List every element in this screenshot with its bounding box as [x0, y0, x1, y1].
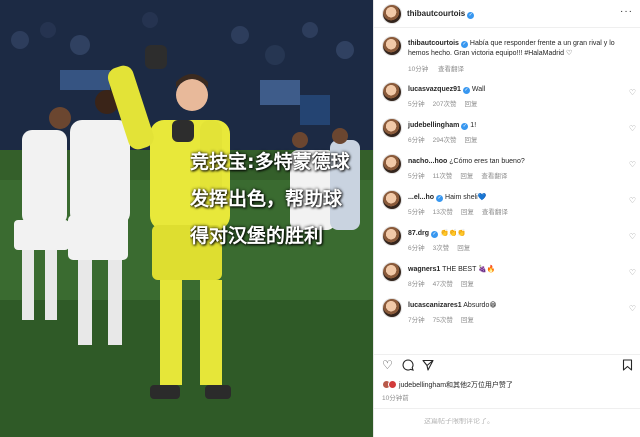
commenter-avatar[interactable]	[382, 118, 402, 138]
comment-username[interactable]: nacho...hoo	[408, 158, 447, 165]
caption-time: 10分钟	[408, 66, 429, 73]
commenter-avatar[interactable]	[382, 262, 402, 282]
comment-body: judebellingham ✓ 1!	[408, 121, 618, 131]
heart-icon[interactable]: ♡	[629, 232, 636, 241]
comment-text: Absurdo😁	[463, 302, 497, 309]
caption-username[interactable]: thibautcourtois	[408, 40, 459, 47]
overlay-headline: 竞技宝:多特蒙德球 发挥出色，帮助球 得对汉堡的胜利	[190, 144, 373, 255]
more-horizontal-icon[interactable]: ···	[620, 6, 633, 17]
heart-icon[interactable]: ♡	[629, 196, 636, 205]
comment-input[interactable]	[424, 418, 624, 425]
comment-time: 6分钟	[408, 245, 425, 252]
post-actions-bar: ♡	[374, 354, 640, 374]
comment-likes[interactable]: 294次赞	[433, 137, 457, 144]
comment-reply-link[interactable]: 回复	[464, 101, 477, 108]
verified-badge-icon: ✓	[436, 195, 444, 202]
comment-translate-link[interactable]: 查看翻译	[481, 173, 507, 180]
comment-likes[interactable]: 75次赞	[433, 317, 453, 324]
heart-icon[interactable]: ♡	[629, 304, 636, 313]
comment-username[interactable]: ...el...ho	[408, 194, 434, 201]
caption-body: thibautcourtois ✓ Había que responder fre…	[408, 39, 618, 59]
comment-translate-link[interactable]: 查看翻译	[482, 209, 508, 216]
comment-username[interactable]: lucascanizares1	[408, 302, 462, 309]
comment-reply-link[interactable]: 回复	[461, 317, 474, 324]
post-header: thibautcourtois ✓ ···	[374, 0, 640, 28]
comment-meta: 5分钟 13次赞 回复 查看翻译	[408, 206, 516, 216]
commenter-avatar[interactable]	[382, 154, 402, 174]
verified-badge-icon: ✓	[461, 123, 469, 130]
comment-body: lucascanizares1 Absurdo😁	[408, 301, 618, 311]
comment-text: Haim sheli💙	[445, 194, 487, 201]
comment-icon[interactable]	[402, 359, 414, 373]
share-icon[interactable]	[422, 359, 434, 373]
comment-body: 87.drg ✓ 👏👏👏	[408, 229, 618, 239]
comment-time: 6分钟	[408, 137, 425, 144]
comment-likes[interactable]: 47次赞	[433, 281, 453, 288]
author-avatar[interactable]	[382, 4, 402, 24]
comment-username[interactable]: wagners1	[408, 266, 440, 273]
likes-text[interactable]: judebellingham和其他2万位用户赞了	[399, 382, 513, 389]
heart-icon[interactable]: ♡	[629, 124, 636, 133]
comment-meta: 6分钟 294次赞 回复	[408, 134, 485, 144]
comment-time: 8分钟	[408, 281, 425, 288]
comment-reply-link[interactable]: 回复	[461, 209, 474, 216]
comments-panel: thibautcourtois ✓ ··· thibautcourtois ✓ Ha…	[373, 0, 640, 437]
heart-icon[interactable]: ♡	[629, 268, 636, 277]
caption-meta: 10分钟 查看翻译	[408, 63, 472, 73]
comment-body: ...el...ho ✓ Haim sheli💙	[408, 193, 618, 203]
comment-time: 5分钟	[408, 209, 425, 216]
comment-likes[interactable]: 207次赞	[433, 101, 457, 108]
comment-text: 1!	[470, 122, 477, 129]
comment-reply-link[interactable]: 回复	[460, 173, 473, 180]
caption-translate-link[interactable]: 查看翻译	[438, 66, 464, 73]
author-username[interactable]: thibautcourtois	[407, 9, 465, 18]
comment-time: 5分钟	[408, 101, 425, 108]
author-username-row[interactable]: thibautcourtois ✓	[407, 9, 475, 19]
verified-badge-icon: ✓	[460, 41, 468, 48]
comment-meta: 7分钟 75次赞 回复	[408, 314, 482, 324]
comment-reply-link[interactable]: 回复	[464, 137, 477, 144]
commenter-avatar[interactable]	[382, 226, 402, 246]
comment-username[interactable]: 87.drg	[408, 230, 429, 237]
comment-username[interactable]: lucasvazquez91	[408, 86, 461, 93]
commenter-avatar[interactable]	[382, 298, 402, 318]
comment-body: nacho...hoo ¿Cómo eres tan bueno?	[408, 157, 618, 167]
heart-icon[interactable]: ♡	[629, 88, 636, 97]
comment-text: Wall	[471, 86, 486, 93]
verified-badge-icon: ✓	[431, 231, 439, 238]
overlay-line-3: 得对汉堡的胜利	[190, 225, 324, 247]
comment-reply-link[interactable]: 回复	[461, 281, 474, 288]
comment-meta: 6分钟 3次赞 回复	[408, 242, 478, 252]
overlay-line-2: 发挥出色，帮助球	[190, 188, 343, 210]
comment-likes[interactable]: 3次赞	[433, 245, 450, 252]
overlay-line-1: 竞技宝:多特蒙德球	[190, 151, 350, 173]
comment-text: ¿Cómo eres tan bueno?	[449, 158, 525, 165]
comment-text: 👏👏👏	[439, 230, 467, 237]
comment-likes[interactable]: 13次赞	[433, 209, 453, 216]
caption-avatar[interactable]	[382, 36, 402, 56]
verified-badge-icon: ✓	[462, 87, 470, 94]
liker-avatar	[388, 380, 397, 389]
likes-summary[interactable]: judebellingham和其他2万位用户赞了	[382, 380, 513, 390]
commenter-avatar[interactable]	[382, 190, 402, 210]
comment-reply-link[interactable]: 回复	[457, 245, 470, 252]
comment-body: lucasvazquez91 ✓ Wall	[408, 85, 618, 95]
comment-time: 7分钟	[408, 317, 425, 324]
verified-badge-icon: ✓	[467, 12, 475, 19]
comment-likes[interactable]: 11次赞	[433, 173, 453, 180]
comment-meta: 5分钟 11次赞 回复 查看翻译	[408, 170, 515, 180]
post-time: 10分钟前	[382, 395, 409, 402]
comment-meta: 8分钟 47次赞 回复	[408, 278, 482, 288]
comment-input-bar	[374, 408, 640, 437]
heart-icon[interactable]: ♡	[382, 359, 393, 371]
heart-icon[interactable]: ♡	[629, 160, 636, 169]
comment-username[interactable]: judebellingham	[408, 122, 459, 129]
comment-meta: 5分钟 207次赞 回复	[408, 98, 485, 108]
bookmark-icon[interactable]	[622, 359, 633, 373]
post-photo: 竞技宝:多特蒙德球 发挥出色，帮助球 得对汉堡的胜利	[0, 0, 373, 437]
commenter-avatar[interactable]	[382, 82, 402, 102]
comment-text: THE BEST 🍇🔥	[442, 266, 496, 273]
comment-time: 5分钟	[408, 173, 425, 180]
comment-body: wagners1 THE BEST 🍇🔥	[408, 265, 618, 275]
